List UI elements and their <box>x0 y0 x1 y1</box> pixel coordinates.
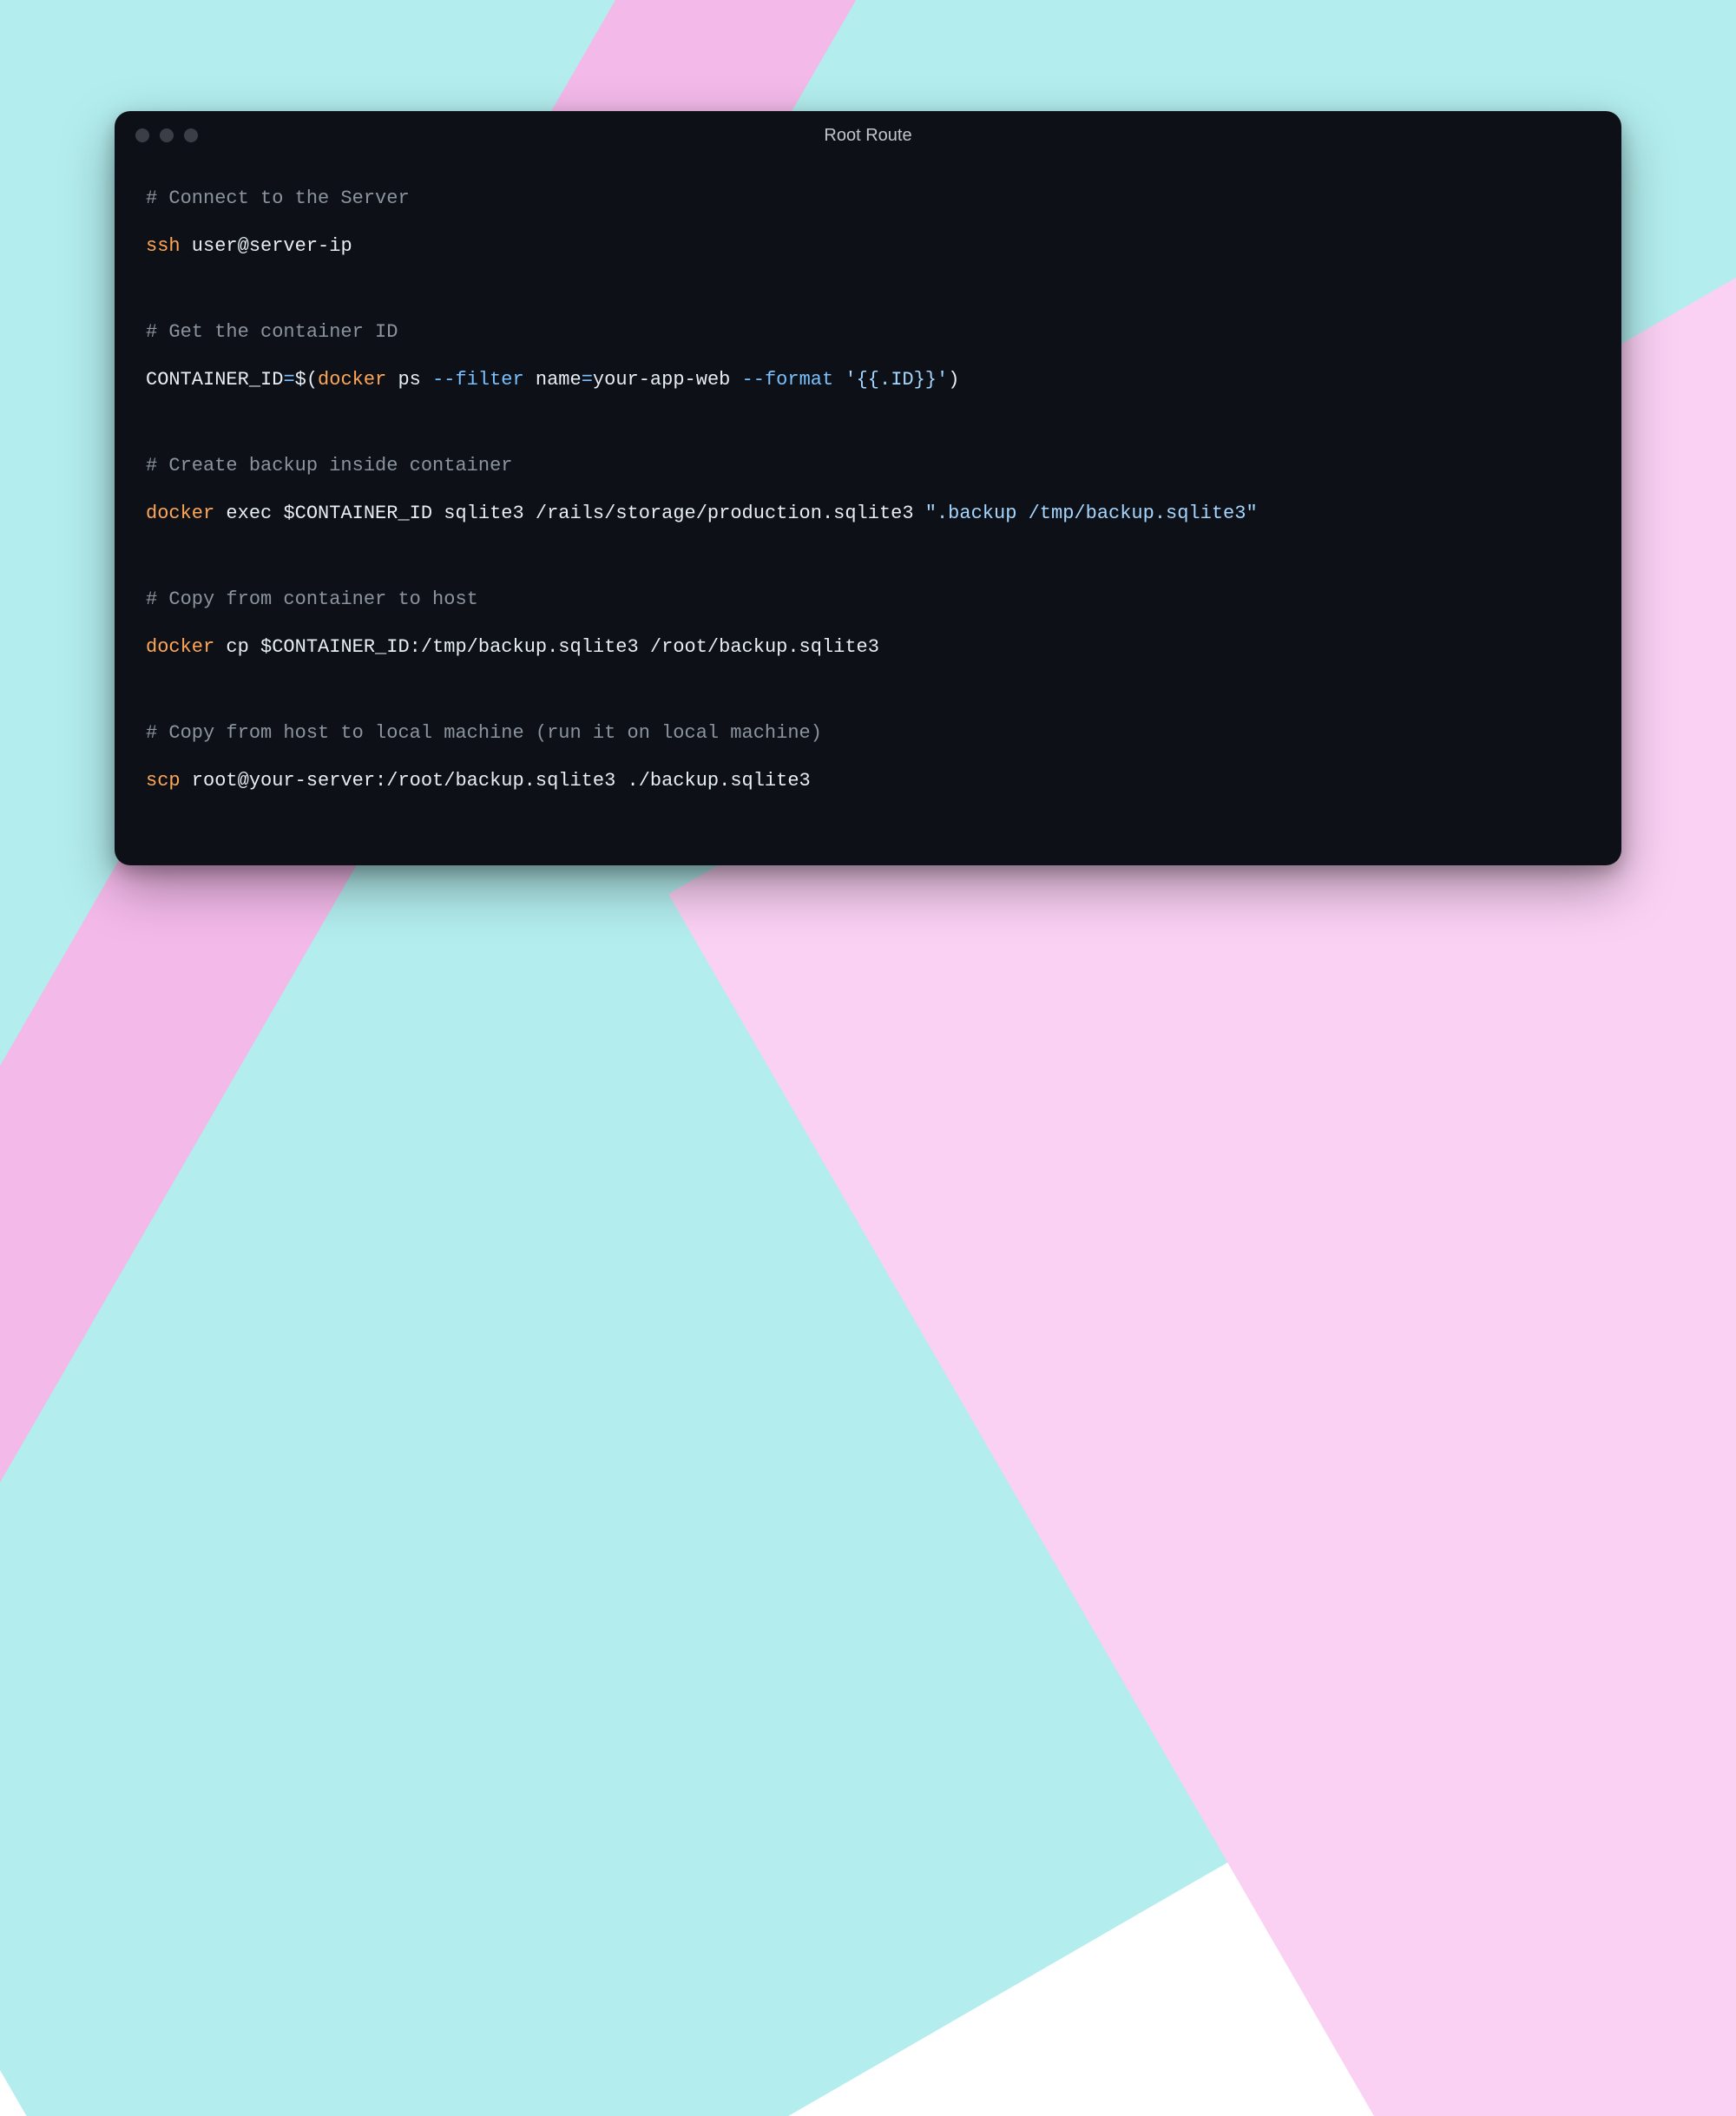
args: sqlite3 /rails/storage/production.sqlite… <box>432 503 925 524</box>
titlebar: Root Route <box>115 111 1621 160</box>
comment: # Get the container ID <box>146 321 398 343</box>
comment: # Copy from container to host <box>146 588 478 610</box>
window-title: Root Route <box>115 126 1621 146</box>
args: user@server-ip <box>181 235 352 257</box>
args: exec <box>214 503 283 524</box>
subshell-open: $( <box>295 369 318 391</box>
flag: --format <box>742 369 834 391</box>
args: ps <box>386 369 432 391</box>
comment: # Create backup inside container <box>146 455 512 476</box>
subshell-close: ) <box>948 369 959 391</box>
command: ssh <box>146 235 181 257</box>
command: scp <box>146 770 181 792</box>
close-dot[interactable] <box>135 128 149 142</box>
args: :/tmp/backup.sqlite3 /root/backup.sqlite… <box>410 636 879 658</box>
comment: # Copy from host to local machine (run i… <box>146 722 822 744</box>
maximize-dot[interactable] <box>184 128 198 142</box>
command: docker <box>318 369 386 391</box>
string: '{{.ID}}' <box>845 369 948 391</box>
window-controls <box>135 128 198 142</box>
args <box>833 369 845 391</box>
comment: # Connect to the Server <box>146 187 410 209</box>
minimize-dot[interactable] <box>160 128 174 142</box>
args: name <box>524 369 582 391</box>
equals: = <box>582 369 593 391</box>
terminal-window: Root Route # Connect to the Server ssh us… <box>115 111 1621 865</box>
code-area[interactable]: # Connect to the Server ssh user@server-i… <box>115 160 1621 826</box>
args: root@your-server:/root/backup.sqlite3 ./… <box>181 770 811 792</box>
command: docker <box>146 636 214 658</box>
command: docker <box>146 503 214 524</box>
flag: --filter <box>432 369 524 391</box>
string: ".backup /tmp/backup.sqlite3" <box>925 503 1258 524</box>
variable-ref: $CONTAINER_ID <box>260 636 410 658</box>
equals: = <box>283 369 294 391</box>
variable-name: CONTAINER_ID <box>146 369 283 391</box>
args: cp <box>214 636 260 658</box>
args: your-app-web <box>593 369 742 391</box>
variable-ref: $CONTAINER_ID <box>283 503 432 524</box>
